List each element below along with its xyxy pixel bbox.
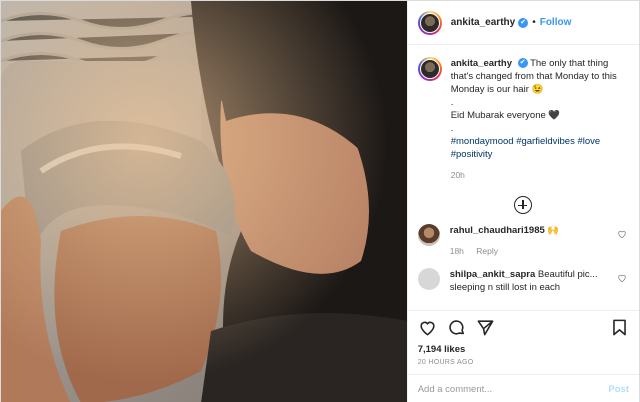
caption-username[interactable]: ankita_earthy (451, 58, 512, 69)
plus-circle-icon[interactable] (514, 196, 533, 214)
reply-button[interactable]: Reply (476, 246, 498, 256)
post-timestamp: 20 HOURS AGO (407, 355, 639, 375)
heart-icon[interactable] (617, 273, 627, 283)
separator: • (532, 17, 536, 28)
author-username[interactable]: ankita_earthy (451, 17, 515, 28)
commenter-avatar[interactable] (417, 268, 440, 290)
commenter-avatar[interactable] (417, 224, 440, 246)
heart-icon[interactable] (617, 229, 627, 239)
comment-username[interactable]: rahul_chaudhari1985 (450, 225, 545, 236)
caption-dot: . (450, 97, 454, 108)
caption-body: ankita_earthy ✔ The only that thing that… (451, 57, 619, 182)
comment-username[interactable]: shilpa_ankit_sapra (450, 269, 536, 280)
verified-icon: ✔ (518, 17, 529, 28)
caption-avatar[interactable] (417, 57, 442, 81)
post-comment-button[interactable]: Post (608, 384, 629, 395)
caption-hashtags[interactable]: #mondaymood #garfieldvibes #love #positi… (451, 136, 600, 160)
verified-icon: ✔ (517, 58, 528, 69)
author-avatar[interactable] (417, 10, 442, 35)
share-icon[interactable] (476, 318, 495, 337)
likes-count[interactable]: 7,194 likes (408, 344, 639, 355)
post-sidebar: ankita_earthy ✔ • Follow ankita_earthy ✔… (406, 1, 639, 402)
action-bar (407, 310, 639, 344)
photo-illustration (1, 1, 407, 402)
add-comment-bar: Post (408, 375, 639, 402)
like-heart-icon[interactable] (418, 318, 437, 337)
bookmark-icon[interactable] (610, 318, 629, 337)
load-more-comments[interactable] (418, 196, 629, 214)
comment-item: rahul_chaudhari1985 🙌 18h Reply (417, 224, 629, 258)
post-header: ankita_earthy ✔ • Follow (407, 1, 639, 45)
comment-input[interactable] (417, 383, 609, 395)
comment-body: shilpa_ankit_sapra Beautiful pic... slee… (450, 268, 610, 294)
comments-section[interactable]: ankita_earthy ✔ The only that thing that… (408, 45, 639, 310)
caption-text-line2: Eid Mubarak everyone 🖤 (450, 110, 561, 121)
instagram-post: ankita_earthy ✔ • Follow ankita_earthy ✔… (0, 0, 640, 402)
post-photo[interactable] (1, 1, 407, 402)
comment-body: rahul_chaudhari1985 🙌 18h Reply (450, 224, 610, 258)
comment-icon[interactable] (447, 318, 466, 337)
caption-dot: . (450, 123, 454, 134)
comment-time[interactable]: 18h (450, 246, 464, 256)
caption-time[interactable]: 20h (451, 170, 465, 180)
caption: ankita_earthy ✔ The only that thing that… (417, 57, 629, 182)
follow-button[interactable]: Follow (540, 17, 572, 28)
comment-text: 🙌 (547, 225, 560, 236)
comment-item: shilpa_ankit_sapra Beautiful pic... slee… (417, 268, 629, 294)
